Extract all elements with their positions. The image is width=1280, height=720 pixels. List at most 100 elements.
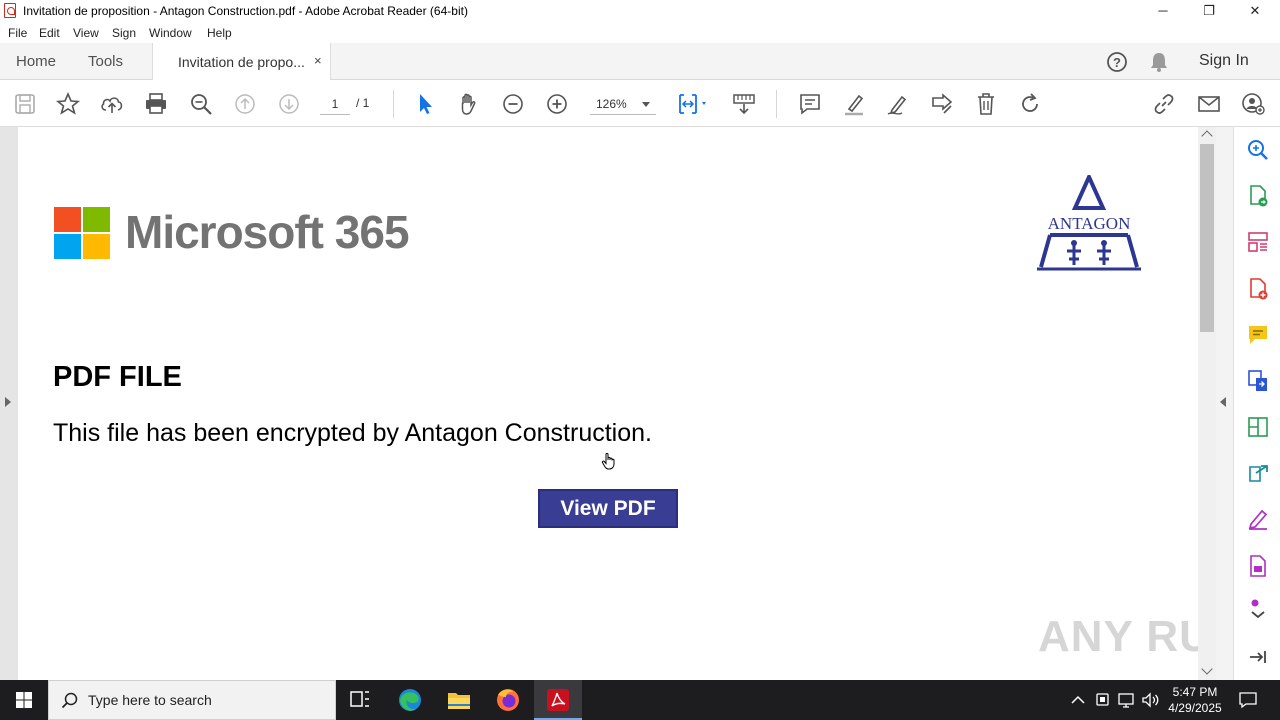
comment-icon[interactable] [1246,323,1270,347]
antagon-logo-text: ANTAGON [1048,214,1131,233]
anyrun-watermark: ANY RUN [1038,612,1198,661]
windows-taskbar: Type here to search 5:47 PM 4/29/2025 [0,680,1280,720]
export-pdf-icon[interactable] [1246,184,1270,208]
zoom-search-icon[interactable] [188,91,214,117]
bookmark-star-icon[interactable] [55,91,81,117]
device-icon[interactable] [1094,691,1112,709]
add-user-icon[interactable] [1240,91,1266,117]
zoom-level-select[interactable]: 126% [590,93,656,115]
toolbar-divider [776,90,777,118]
select-pointer-icon[interactable] [412,91,438,117]
task-view-icon[interactable] [336,680,384,720]
clock-time: 5:47 PM [1172,685,1218,699]
main-toolbar: 1 / 1 126% [0,80,1280,127]
window-title: Invitation de proposition - Antagon Cons… [23,4,468,18]
menu-edit[interactable]: Edit [39,26,60,40]
zoom-out-icon[interactable] [500,91,526,117]
vertical-scrollbar[interactable] [1198,127,1216,680]
page-number-input[interactable]: 1 [320,93,350,115]
antagon-logo: ANTAGON [1037,175,1141,271]
share-link-icon[interactable] [1151,91,1177,117]
prev-page-icon[interactable] [232,91,258,117]
microsoft-logo-square [54,207,81,232]
edit-pdf-icon[interactable] [1246,554,1270,578]
view-pdf-button[interactable]: View PDF [538,489,678,528]
edit-sign-icon[interactable] [929,91,955,117]
save-icon[interactable] [12,91,38,117]
next-page-icon[interactable] [276,91,302,117]
edge-browser-icon[interactable] [386,680,434,720]
taskbar-search-box[interactable]: Type here to search [48,680,336,720]
notification-bell-icon[interactable] [1149,51,1169,73]
close-window-button[interactable]: ✕ [1232,0,1278,22]
help-icon[interactable]: ? [1106,51,1128,73]
microsoft-logo-square [54,234,81,259]
tab-bar: Home Tools Invitation de propo... × ? Si… [0,43,1280,80]
collapse-pane-icon[interactable] [1246,645,1270,669]
chevron-right-icon [5,397,11,407]
hand-cursor-icon [601,452,615,470]
encryption-message: This file has been encrypted by Antagon … [53,419,652,447]
fill-sign-icon[interactable] [1246,507,1270,531]
combine-files-icon[interactable] [1246,369,1270,393]
page-heading: PDF FILE [53,361,182,393]
svg-text:?: ? [1113,55,1121,70]
sign-in-link[interactable]: Sign In [1199,52,1249,70]
print-icon[interactable] [143,91,169,117]
scroll-mode-icon[interactable] [731,91,757,117]
menu-view[interactable]: View [73,26,99,40]
acrobat-reader-icon [547,689,569,711]
tab-close-button[interactable]: × [314,53,322,68]
hand-icon[interactable] [456,91,482,117]
chevron-up-icon[interactable] [1070,693,1086,707]
page-fit-icon[interactable] [676,91,712,117]
compress-icon[interactable] [1246,415,1270,439]
clock-date: 4/29/2025 [1168,701,1222,715]
window-title-bar: Invitation de proposition - Antagon Cons… [0,0,1280,22]
tab-home[interactable]: Home [16,53,56,70]
email-icon[interactable] [1196,91,1222,117]
menu-sign[interactable]: Sign [112,26,136,40]
toolbar-divider [393,90,394,118]
minimize-button[interactable]: ─ [1140,0,1186,22]
delete-icon[interactable] [973,91,999,117]
microsoft-logo-icon [54,207,112,260]
send-for-review-icon[interactable] [1246,461,1270,485]
microsoft-logo-square [83,207,110,232]
search-placeholder: Type here to search [88,692,212,708]
acrobat-taskbar-button[interactable] [534,680,582,720]
scroll-down-icon[interactable] [1201,663,1213,675]
create-pdf-icon[interactable] [1246,277,1270,301]
menu-help[interactable]: Help [207,26,232,40]
scroll-up-icon[interactable] [1201,130,1213,142]
chevron-down-icon [642,102,650,107]
more-tools-icon[interactable] [1246,596,1270,620]
page-total: / 1 [356,96,370,110]
windows-start-icon[interactable] [0,680,48,720]
microsoft-logo-square [83,234,110,259]
rotate-icon[interactable] [1017,91,1043,117]
left-pane-toggle[interactable] [0,127,18,680]
search-icon [61,692,78,709]
notification-center-icon[interactable] [1238,691,1258,709]
tab-tools[interactable]: Tools [88,53,123,70]
network-icon[interactable] [1117,691,1137,709]
volume-icon[interactable] [1141,691,1161,709]
menu-file[interactable]: File [8,26,27,40]
highlight-icon[interactable] [841,91,867,117]
taskbar-clock[interactable]: 5:47 PM 4/29/2025 [1160,684,1230,716]
upload-icon[interactable] [99,91,125,117]
search-zoom-icon[interactable] [1246,138,1270,162]
file-explorer-icon[interactable] [435,680,483,720]
maximize-button[interactable]: ❐ [1186,0,1232,22]
draw-icon[interactable] [885,91,911,117]
comment-icon[interactable] [797,91,823,117]
document-area: Microsoft 365 ANTAGON PDF FILE This file… [0,127,1233,680]
tab-document[interactable]: Invitation de propo... × [152,43,331,80]
scrollbar-thumb[interactable] [1200,144,1214,332]
organize-pages-icon[interactable] [1246,230,1270,254]
right-pane-toggle[interactable] [1216,127,1233,680]
zoom-in-icon[interactable] [544,91,570,117]
firefox-icon[interactable] [484,680,532,720]
menu-window[interactable]: Window [149,26,192,40]
